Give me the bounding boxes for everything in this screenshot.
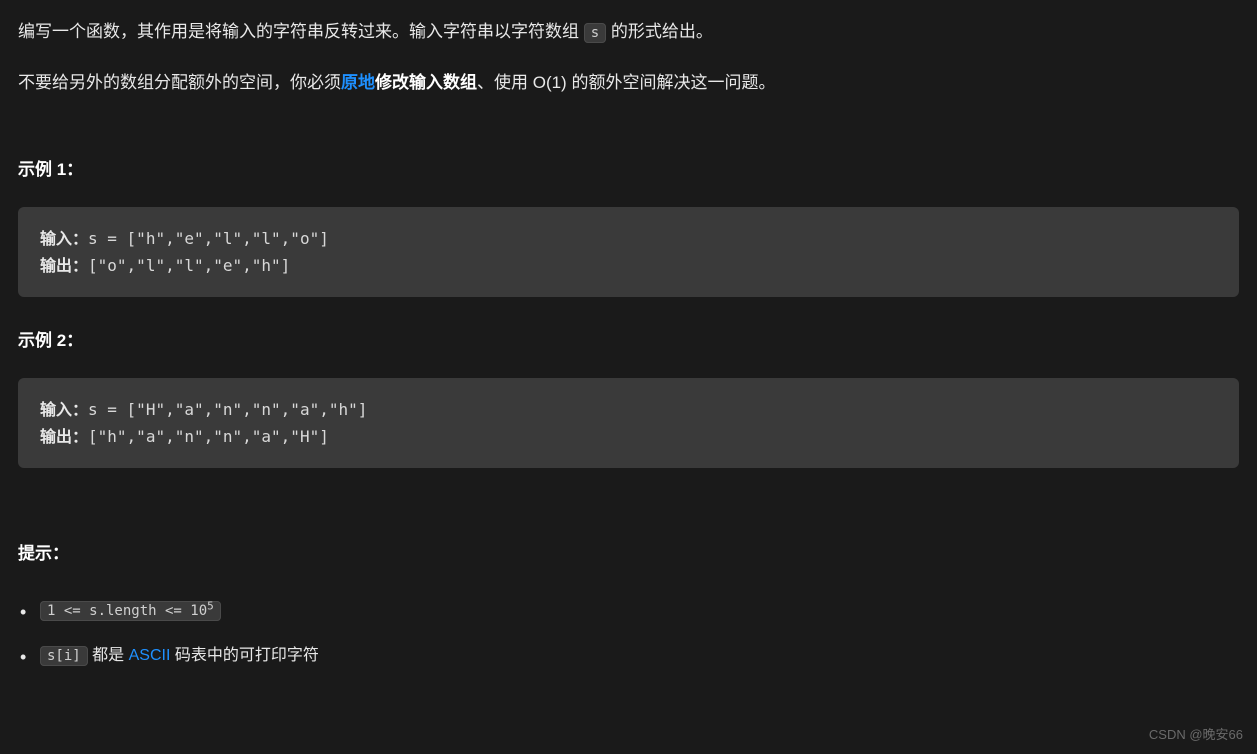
problem-description-p2: 不要给另外的数组分配额外的空间，你必须原地修改输入数组、使用 O(1) 的额外空… xyxy=(18,69,1239,98)
in-place-link[interactable]: 原地 xyxy=(341,73,375,92)
constraint-2-code: s[i] xyxy=(40,646,88,666)
input-value: s = ["H","a","n","n","a","h"] xyxy=(88,400,367,419)
text: 、使用 O(1) 的额外空间解决这一问题。 xyxy=(477,73,775,92)
output-value: ["o","l","l","e","h"] xyxy=(88,256,290,275)
hints-header: 提示： xyxy=(18,540,1239,569)
problem-description-p1: 编写一个函数，其作用是将输入的字符串反转过来。输入字符串以字符数组 s 的形式给… xyxy=(18,18,1239,47)
constraint-1-text: 1 <= s.length <= 10 xyxy=(47,603,207,619)
constraint-1: 1 <= s.length <= 105 xyxy=(40,597,1239,624)
output-label: 输出： xyxy=(40,256,88,275)
output-value: ["h","a","n","n","a","H"] xyxy=(88,427,329,446)
watermark: CSDN @晚安66 xyxy=(1149,724,1243,746)
input-label: 输入： xyxy=(40,400,88,419)
constraint-1-sup: 5 xyxy=(207,600,214,613)
input-label: 输入： xyxy=(40,229,88,248)
constraint-2: s[i] 都是 ASCII 码表中的可打印字符 xyxy=(40,642,1239,669)
text: 编写一个函数，其作用是将输入的字符串反转过来。输入字符串以字符数组 xyxy=(18,22,584,41)
bold-text: 修改输入数组 xyxy=(375,73,477,92)
text: 的形式给出。 xyxy=(606,22,713,41)
constraints-list: 1 <= s.length <= 105 s[i] 都是 ASCII 码表中的可… xyxy=(18,597,1239,669)
example2-header: 示例 2： xyxy=(18,327,1239,356)
example1-code-block: 输入：s = ["h","e","l","l","o"] 输出：["o","l"… xyxy=(18,207,1239,297)
text: 码表中的可打印字符 xyxy=(170,647,318,664)
inline-code-s: s xyxy=(584,23,606,43)
ascii-link[interactable]: ASCII xyxy=(129,647,171,664)
constraint-1-code: 1 <= s.length <= 105 xyxy=(40,601,221,621)
output-label: 输出： xyxy=(40,427,88,446)
example2-code-block: 输入：s = ["H","a","n","n","a","h"] 输出：["h"… xyxy=(18,378,1239,468)
text: 都是 xyxy=(88,647,129,664)
example1-header: 示例 1： xyxy=(18,156,1239,185)
input-value: s = ["h","e","l","l","o"] xyxy=(88,229,329,248)
text: 不要给另外的数组分配额外的空间，你必须 xyxy=(18,73,341,92)
